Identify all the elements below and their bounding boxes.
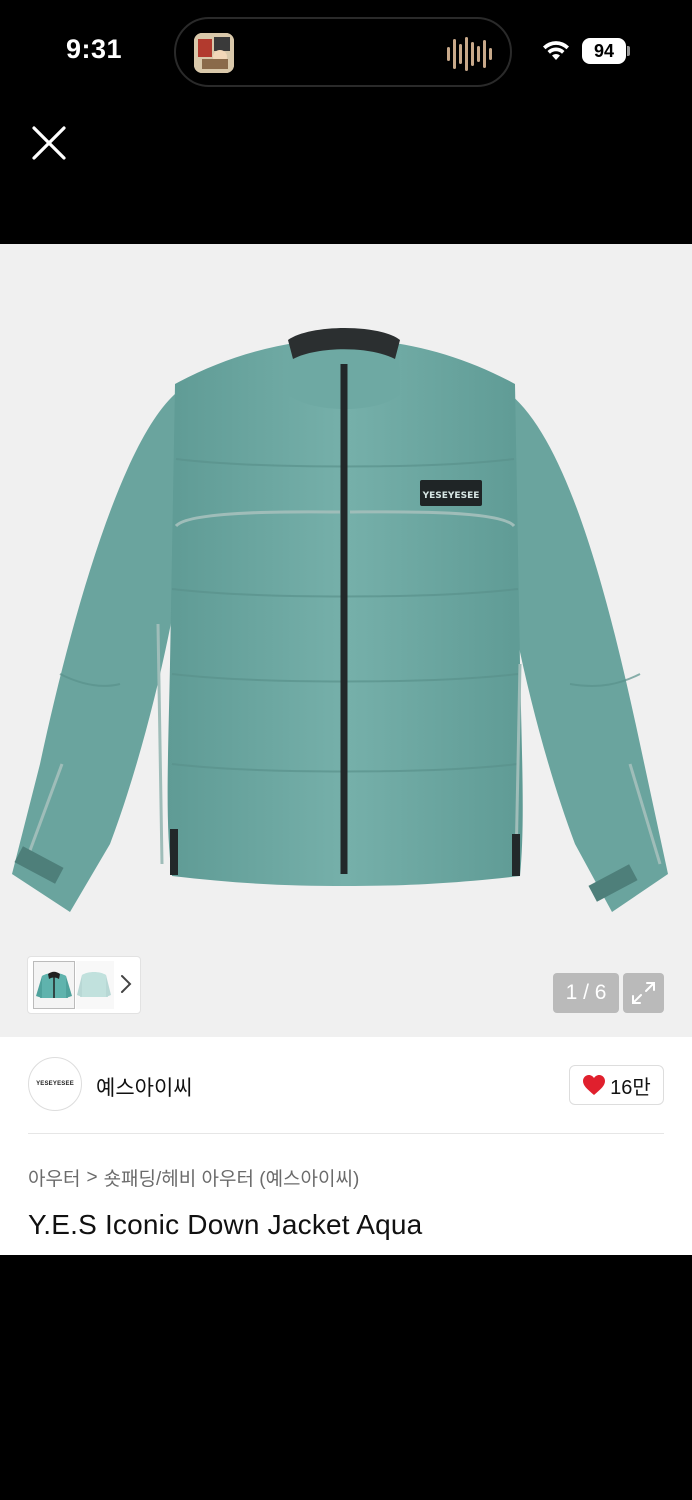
jacket-logo-text: YESEYESEE (422, 491, 480, 501)
product-title: Y.E.S Iconic Down Jacket Aqua (28, 1209, 423, 1240)
breadcrumb: 아우터 > 숏패딩/헤비 아우터 (예스아이씨) (28, 1164, 359, 1191)
image-counter: 1 / 6 (553, 973, 619, 1013)
dynamic-island[interactable] (174, 17, 512, 87)
close-button[interactable] (26, 120, 72, 166)
chevron-right-icon[interactable] (120, 973, 132, 995)
product-info: YESEYESEE 예스아이씨 16만 아우터 > 숏패딩/헤비 아우터 (예스… (0, 1037, 692, 1255)
status-bar: 9:31 94 (0, 0, 692, 100)
product-image-gallery[interactable]: YESEYESEE 1 / 6 (0, 244, 692, 1037)
close-icon (32, 126, 66, 160)
now-playing-artwork (194, 33, 234, 73)
breadcrumb-subcategory[interactable]: 숏패딩/헤비 아우터 (예스아이씨) (104, 1164, 360, 1191)
wifi-icon (543, 41, 569, 60)
brand-name[interactable]: 예스아이씨 (96, 1072, 193, 1102)
brand-logo[interactable]: YESEYESEE (28, 1057, 82, 1111)
thumbnail-jacket-1[interactable] (33, 961, 75, 1009)
like-count: 16만 (610, 1076, 651, 1099)
divider (28, 1133, 664, 1134)
battery-indicator: 94 (582, 38, 626, 64)
like-button[interactable]: 16만 (569, 1065, 664, 1105)
expand-icon (632, 982, 655, 1004)
brand-logo-text: YESEYESEE (36, 1081, 74, 1087)
expand-button[interactable] (623, 973, 664, 1013)
thumbnail-jacket-2[interactable] (76, 961, 114, 1009)
thumbnail-strip[interactable] (27, 956, 141, 1014)
battery-tip (627, 46, 630, 56)
audio-waveform-icon (447, 36, 492, 72)
status-time: 9:31 (66, 34, 123, 64)
breadcrumb-category[interactable]: 아우터 (28, 1164, 80, 1191)
breadcrumb-separator: > (86, 1166, 98, 1188)
heart-icon (583, 1075, 606, 1095)
product-image-jacket: YESEYESEE (12, 328, 668, 912)
